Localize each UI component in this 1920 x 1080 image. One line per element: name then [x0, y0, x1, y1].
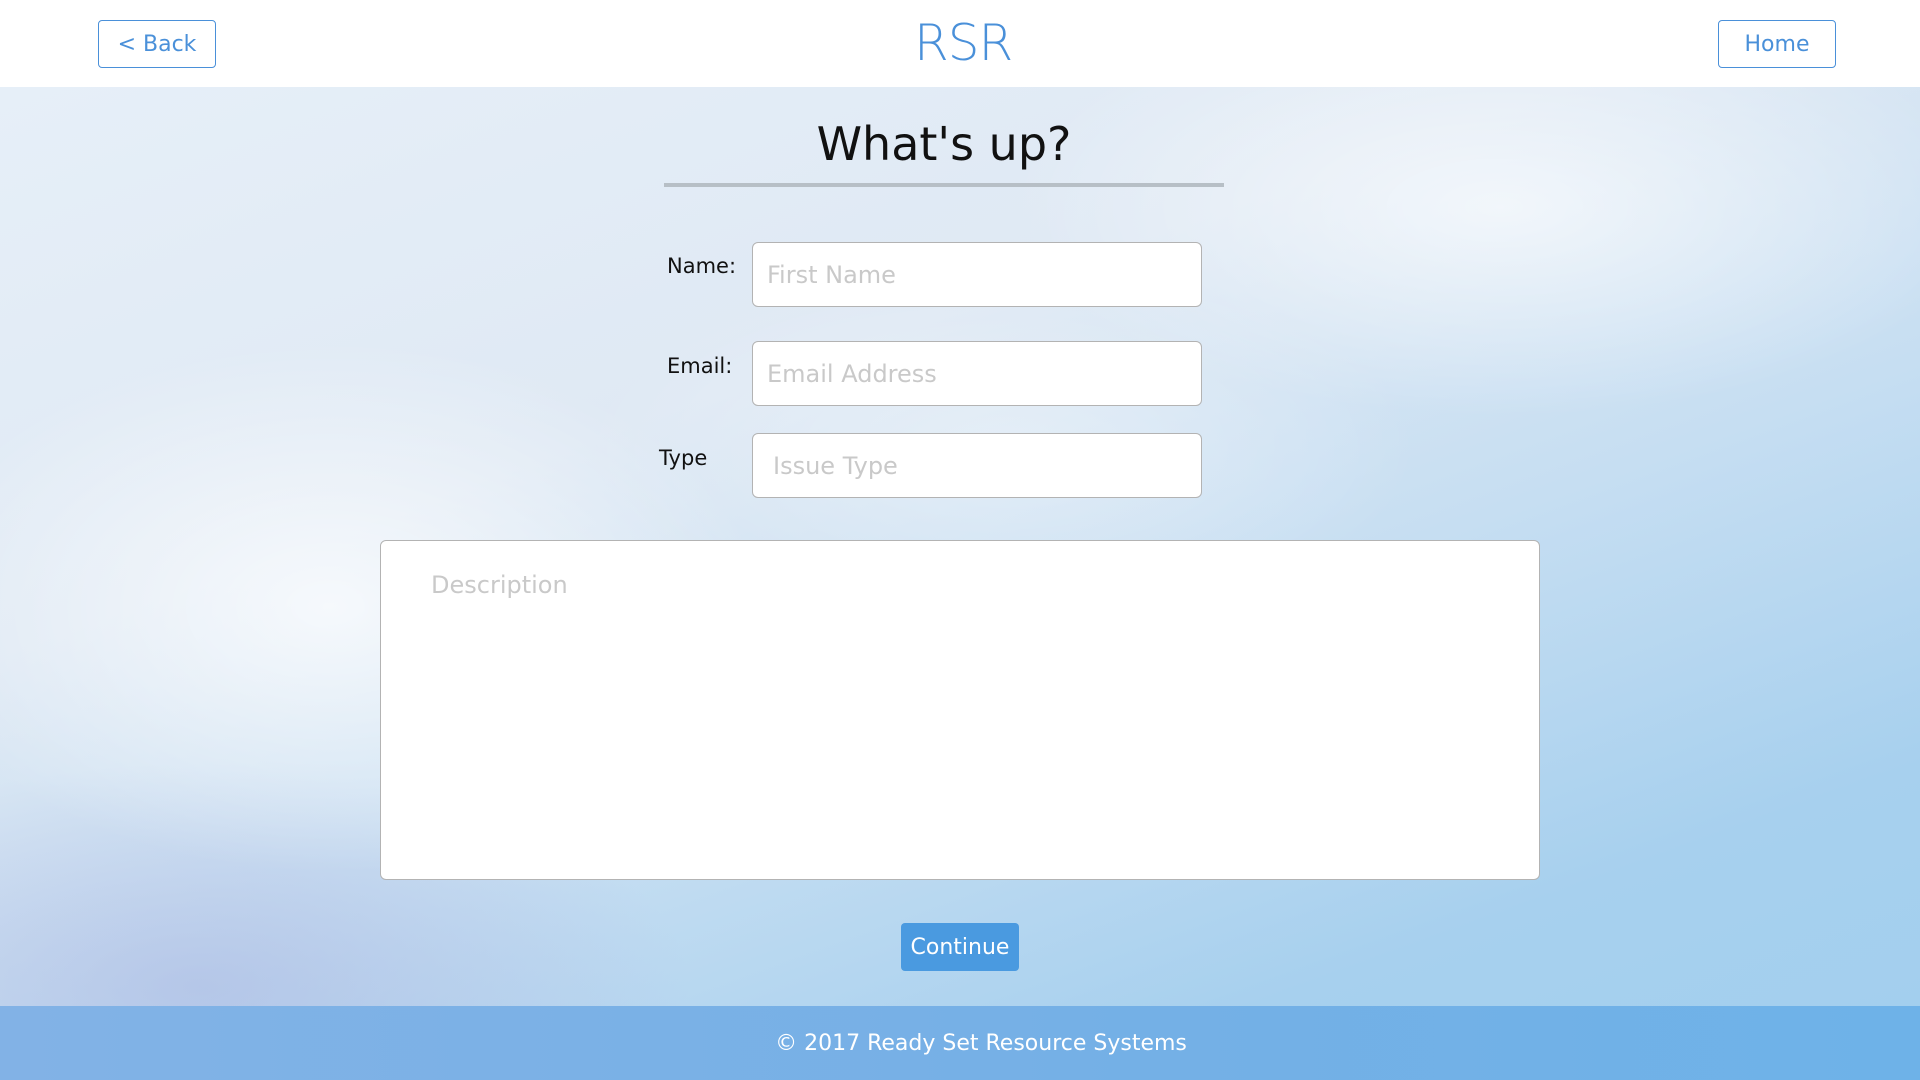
- description-textarea[interactable]: [380, 540, 1540, 880]
- issue-type-input[interactable]: [752, 433, 1202, 498]
- type-label: Type: [659, 446, 708, 470]
- continue-button[interactable]: Continue: [901, 923, 1019, 971]
- email-address-input[interactable]: [752, 341, 1202, 406]
- rsr-logo: RSR: [914, 14, 1013, 72]
- footer: © 2017 Ready Set Resource Systems: [0, 1006, 1920, 1080]
- home-button[interactable]: Home: [1718, 20, 1836, 68]
- title-divider: [664, 183, 1224, 187]
- footer-copyright: © 2017 Ready Set Resource Systems: [775, 1030, 1187, 1056]
- page-title: What's up?: [816, 117, 1072, 171]
- name-label: Name:: [667, 254, 737, 278]
- email-label: Email:: [667, 354, 733, 378]
- top-header: < Back RSR Home: [0, 0, 1920, 87]
- back-button[interactable]: < Back: [98, 20, 216, 68]
- first-name-input[interactable]: [752, 242, 1202, 307]
